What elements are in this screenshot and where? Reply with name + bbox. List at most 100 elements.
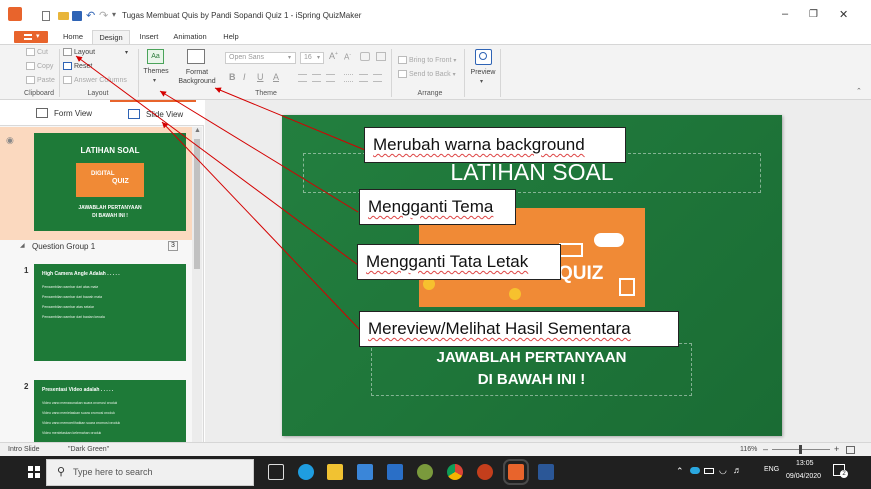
question-group-header[interactable]: ◢ Question Group 1 3 bbox=[0, 240, 192, 254]
windows-start-icon[interactable] bbox=[28, 466, 40, 478]
intro-slide-item[interactable]: ◉ LATIHAN SOAL DIGITAL QUIZ JAWABLAH PER… bbox=[0, 127, 192, 240]
themes-button[interactable]: Aa Themes ▾ bbox=[143, 48, 169, 88]
scissors-icon bbox=[26, 48, 35, 56]
chevron-down-icon: ▾ bbox=[36, 33, 40, 40]
slide-view-tab[interactable]: Slide View bbox=[110, 100, 196, 126]
battery-icon[interactable] bbox=[704, 468, 714, 474]
form-view-tab[interactable]: Form View bbox=[0, 102, 100, 124]
reset-button[interactable]: Reset bbox=[63, 62, 92, 70]
cut-button[interactable]: Cut bbox=[26, 48, 48, 56]
form-view-label: Form View bbox=[54, 109, 93, 118]
edge-browser-icon[interactable] bbox=[298, 464, 314, 480]
zoom-level[interactable]: 116% bbox=[740, 446, 757, 453]
themes-label: Themes bbox=[143, 68, 169, 75]
bold-button[interactable]: B bbox=[229, 72, 236, 82]
slide-number: 1 bbox=[24, 266, 29, 275]
task-view-icon[interactable] bbox=[268, 464, 284, 480]
volume-icon[interactable]: ♬ bbox=[733, 465, 742, 475]
slides-panel: Form View Slide View ◉ LATIHAN SOAL DIGI… bbox=[0, 100, 204, 442]
format-background-button[interactable]: Format Background bbox=[176, 48, 218, 88]
restore-button[interactable]: ❐ bbox=[809, 9, 818, 20]
grow-font-icon[interactable]: A+ bbox=[329, 51, 338, 61]
chrome-icon[interactable] bbox=[447, 464, 463, 480]
clock-date[interactable]: 09/04/2020 bbox=[786, 473, 821, 480]
send-to-back-button[interactable]: Send to Back ▾ bbox=[398, 70, 456, 78]
new-file-icon[interactable] bbox=[42, 11, 50, 21]
align-center-icon[interactable] bbox=[312, 74, 321, 82]
layout-label: Layout bbox=[74, 48, 96, 56]
italic-button[interactable]: I bbox=[243, 72, 246, 82]
file-menu-button[interactable]: ▾ bbox=[14, 31, 48, 43]
increase-indent-icon[interactable] bbox=[373, 74, 382, 82]
scroll-thumb[interactable] bbox=[194, 139, 200, 269]
copy-button[interactable]: Copy bbox=[26, 62, 53, 70]
customize-qat-icon[interactable]: ▾ bbox=[112, 10, 116, 19]
question-group-count: 3 bbox=[168, 241, 178, 251]
answer-columns-button[interactable]: Answer Columns bbox=[63, 76, 127, 84]
zoom-out-button[interactable]: – bbox=[763, 444, 768, 454]
powerpoint-icon[interactable] bbox=[477, 464, 493, 480]
font-color-button[interactable]: A bbox=[273, 72, 279, 82]
zoom-in-button[interactable]: + bbox=[834, 444, 839, 454]
preview-label: Preview bbox=[470, 69, 496, 76]
decrease-indent-icon[interactable] bbox=[359, 74, 368, 82]
callout-background: Merubah warna background bbox=[364, 127, 626, 163]
file-menu-icon bbox=[24, 34, 32, 40]
zoom-slider-thumb[interactable] bbox=[799, 445, 802, 454]
notification-count: 2 bbox=[840, 470, 848, 478]
tab-help[interactable]: Help bbox=[216, 30, 246, 44]
open-folder-icon[interactable] bbox=[58, 12, 69, 20]
undo-icon[interactable]: ↶ bbox=[86, 9, 95, 22]
collapse-ribbon-icon[interactable]: ⌃ bbox=[856, 87, 862, 95]
ribbon-tabs: ▾ Home Design Insert Animation Help bbox=[0, 30, 871, 44]
language-indicator[interactable]: ENG bbox=[764, 466, 779, 473]
tab-home[interactable]: Home bbox=[56, 30, 90, 44]
tab-design[interactable]: Design bbox=[92, 30, 130, 44]
slides-scrollbar[interactable]: ▲ bbox=[192, 127, 202, 442]
ispring-icon[interactable] bbox=[503, 459, 529, 485]
font-name-select[interactable]: Open Sans ▾ bbox=[225, 52, 296, 64]
chevron-down-icon: ▾ bbox=[153, 78, 157, 84]
align-left-icon[interactable] bbox=[298, 74, 307, 82]
store-icon[interactable] bbox=[357, 464, 373, 480]
wifi-icon[interactable]: ◡ bbox=[719, 465, 727, 476]
word-icon[interactable] bbox=[538, 464, 554, 480]
slide-item[interactable]: 2 Presentasi Video adalah . . . . . Vide… bbox=[0, 378, 192, 442]
layout-group-label: Layout bbox=[87, 90, 109, 97]
save-icon[interactable] bbox=[72, 11, 82, 21]
fit-to-window-icon[interactable] bbox=[846, 446, 855, 454]
chevron-down-icon: ▾ bbox=[288, 55, 292, 61]
mail-icon[interactable] bbox=[387, 464, 403, 480]
layout-button[interactable]: Layout ▾ bbox=[63, 48, 128, 56]
tab-animation[interactable]: Animation bbox=[168, 30, 212, 44]
minimize-button[interactable]: – bbox=[782, 8, 788, 20]
bullets-icon[interactable] bbox=[344, 74, 353, 82]
tab-insert[interactable]: Insert bbox=[132, 30, 166, 44]
align-right-icon[interactable] bbox=[326, 74, 335, 82]
weather-icon bbox=[690, 467, 700, 474]
paste-button[interactable]: Paste bbox=[26, 76, 55, 84]
scroll-up-icon[interactable]: ▲ bbox=[194, 127, 201, 134]
font-size-select[interactable]: 16 ▾ bbox=[300, 52, 324, 64]
collapse-triangle-icon[interactable]: ◢ bbox=[20, 242, 25, 249]
clear-format-icon[interactable] bbox=[360, 52, 370, 61]
taskbar-search-box[interactable]: ⚲ Type here to search bbox=[46, 459, 254, 486]
file-explorer-icon[interactable] bbox=[327, 464, 343, 480]
shrink-font-icon[interactable]: A- bbox=[344, 52, 351, 62]
clock-time[interactable]: 13:05 bbox=[796, 460, 814, 467]
slide-number: 2 bbox=[24, 382, 29, 391]
format-painter-icon[interactable] bbox=[376, 52, 386, 61]
close-button[interactable]: ✕ bbox=[839, 8, 848, 21]
redo-icon[interactable]: ↷ bbox=[99, 9, 108, 22]
eye-icon[interactable]: ◉ bbox=[6, 135, 14, 146]
tray-chevron-icon[interactable]: ⌃ bbox=[676, 466, 684, 477]
slide-thumbnail: High Camera Angle Adalah . . . . . Penga… bbox=[34, 264, 186, 361]
slide-thumbnail: Presentasi Video adalah . . . . . Video … bbox=[34, 380, 186, 442]
media-player-icon[interactable] bbox=[417, 464, 433, 480]
preview-button[interactable]: Preview ▾ bbox=[468, 48, 498, 88]
answer-columns-label: Answer Columns bbox=[74, 76, 127, 84]
underline-button[interactable]: U bbox=[257, 72, 264, 82]
bring-to-front-button[interactable]: Bring to Front ▾ bbox=[398, 56, 456, 64]
notification-icon[interactable]: 2 bbox=[833, 464, 848, 478]
slide-item[interactable]: 1 High Camera Angle Adalah . . . . . Pen… bbox=[0, 262, 192, 364]
